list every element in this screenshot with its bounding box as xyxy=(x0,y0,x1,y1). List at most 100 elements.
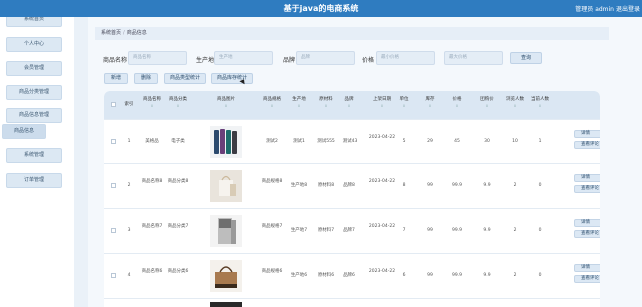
table-row: 2 商品名称8 商品分类8 商品规格8 生产地8 原材料8 品牌8 2023-0… xyxy=(104,163,600,208)
row-checkbox[interactable] xyxy=(111,273,116,278)
cell-current: 0 xyxy=(538,273,542,278)
review-button[interactable]: 查看评论 xyxy=(574,275,600,283)
row-checkbox[interactable] xyxy=(111,228,116,233)
origin-filter-input[interactable]: 生产地 xyxy=(214,51,273,65)
type-stat-button[interactable]: 商品类型统计 xyxy=(164,73,206,84)
row-checkbox[interactable] xyxy=(111,139,116,144)
sidebar-item-members[interactable]: 会员管理 xyxy=(6,61,62,76)
sort-icon: ⇕ xyxy=(270,104,274,108)
review-button[interactable]: 查看评论 xyxy=(574,185,600,193)
sidebar-item-goods-info[interactable]: 商品信息 xyxy=(2,124,46,139)
cell-index: 2 xyxy=(127,183,131,188)
top-bar: 基于java的电商系统 管理员 admin 退出登录 xyxy=(0,0,642,17)
sort-icon: ⇕ xyxy=(455,104,459,108)
col-views[interactable]: 浏览人数 ⇕ xyxy=(504,97,526,109)
breadcrumb-home[interactable]: 系统首页 xyxy=(101,30,121,36)
sort-icon: ⇕ xyxy=(485,104,489,108)
cell-price: 99.9 xyxy=(451,228,463,233)
detail-button[interactable]: 详情 xyxy=(574,174,600,182)
sidebar-item-goods-manage[interactable]: 商品信息管理 xyxy=(6,108,62,123)
col-image[interactable]: 商品图片 ⇕ xyxy=(210,97,242,109)
select-all-checkbox[interactable] xyxy=(111,102,116,107)
cell-current: 1 xyxy=(538,139,542,144)
cell-origin: 生产地6 xyxy=(290,273,308,278)
cell-material: 测试555 xyxy=(317,139,335,144)
review-button[interactable]: 查看评论 xyxy=(574,141,600,149)
row-checkbox[interactable] xyxy=(111,183,116,188)
cell-stock: 99 xyxy=(427,273,433,278)
col-spec[interactable]: 商品规格 ⇕ xyxy=(260,97,284,109)
cell-index: 4 xyxy=(127,273,131,278)
col-price-label: 价格 xyxy=(452,97,462,102)
sort-icon: ⇕ xyxy=(324,104,328,108)
product-image-phones xyxy=(210,126,242,158)
cell-views: 2 xyxy=(513,183,517,188)
cell-brand: 品牌8 xyxy=(343,183,355,188)
cell-group-price: 9.9 xyxy=(483,273,491,278)
stock-stat-button[interactable]: 商品库存统计 xyxy=(211,73,253,84)
table-header: 索引 商品名称 ⇕ 商品分类 ⇕ 商品图片 ⇕ 商品规格 ⇕ 生产地 ⇕ 原材料 ⇕ 品牌 ⇕… xyxy=(104,91,600,119)
cell-stock: 99 xyxy=(427,183,433,188)
cell-unit: 5 xyxy=(402,139,406,144)
product-image-partial xyxy=(210,302,242,307)
cell-spec: 商品规格8 xyxy=(261,179,283,184)
sort-icon: ⇕ xyxy=(347,104,351,108)
cell-origin: 生产地8 xyxy=(290,183,308,188)
detail-button[interactable]: 详情 xyxy=(574,130,600,138)
product-image-handbag xyxy=(210,260,242,292)
price-max-input[interactable]: 最大价格 xyxy=(444,51,503,65)
col-category-label: 商品分类 xyxy=(169,97,187,102)
cell-price: 45 xyxy=(454,139,460,144)
col-unit[interactable]: 单位 ⇕ xyxy=(397,97,411,109)
col-brand[interactable]: 品牌 ⇕ xyxy=(341,97,357,109)
cell-stock: 29 xyxy=(427,139,433,144)
sort-icon: ⇕ xyxy=(380,104,384,108)
col-category[interactable]: 商品分类 ⇕ xyxy=(166,97,190,109)
cell-current: 0 xyxy=(538,183,542,188)
cell-unit: 7 xyxy=(402,228,406,233)
delete-button[interactable]: 删除 xyxy=(134,73,158,84)
col-spec-label: 商品规格 xyxy=(263,97,281,102)
cell-brand: 测试43 xyxy=(342,139,358,144)
detail-button[interactable]: 详情 xyxy=(574,264,600,272)
col-name[interactable]: 商品名称 ⇕ xyxy=(140,97,164,109)
cell-origin: 生产地7 xyxy=(290,228,308,233)
price-min-input[interactable]: 最小价格 xyxy=(376,51,435,65)
sidebar-item-system[interactable]: 系统管理 xyxy=(6,148,62,163)
col-material[interactable]: 原材料 ⇕ xyxy=(314,97,338,109)
col-origin-label: 生产地 xyxy=(292,97,306,102)
search-button[interactable]: 查询 xyxy=(510,52,542,64)
col-origin[interactable]: 生产地 ⇕ xyxy=(288,97,310,109)
sidebar-item-orders[interactable]: 订单管理 xyxy=(6,173,62,188)
sort-icon: ⇕ xyxy=(402,104,406,108)
review-button[interactable]: 查看评论 xyxy=(574,230,600,238)
sort-icon: ⇕ xyxy=(297,104,301,108)
cell-group-price: 30 xyxy=(484,139,490,144)
detail-button[interactable]: 详情 xyxy=(574,219,600,227)
breadcrumb: 系统首页 / 商品信息 xyxy=(95,27,609,40)
col-date-label: 上架日期 xyxy=(373,97,391,102)
cell-brand: 品牌7 xyxy=(343,228,355,233)
col-group-price[interactable]: 团购价 ⇕ xyxy=(477,97,497,109)
col-stock[interactable]: 库存 ⇕ xyxy=(423,97,437,109)
name-filter-input[interactable]: 商品名称 xyxy=(128,51,187,65)
logout-link[interactable]: 退出登录 xyxy=(616,4,640,13)
brand-filter-label: 品牌 xyxy=(283,57,296,64)
add-button[interactable]: 新增 xyxy=(104,73,128,84)
cell-unit: 6 xyxy=(402,273,406,278)
goods-table: 索引 商品名称 ⇕ 商品分类 ⇕ 商品图片 ⇕ 商品规格 ⇕ 生产地 ⇕ 原材料 ⇕ 品牌 ⇕… xyxy=(104,91,600,307)
col-current[interactable]: 当前人数 ⇕ xyxy=(529,97,551,109)
cell-group-price: 9.9 xyxy=(483,183,491,188)
col-date[interactable]: 上架日期 ⇕ xyxy=(368,97,396,109)
col-price[interactable]: 价格 ⇕ xyxy=(450,97,464,109)
cell-name: 商品名称8 xyxy=(141,179,163,184)
brand-filter-input[interactable]: 品牌 xyxy=(296,51,355,65)
app-title: 基于java的电商系统 xyxy=(283,4,359,13)
sidebar-item-profile[interactable]: 个人中心 xyxy=(6,37,62,52)
table-row: 1 美格品 电子类 测试2 测试1 测试555 测试43 2023-04-22 … xyxy=(104,119,600,163)
sidebar-item-category[interactable]: 商品分类管理 xyxy=(6,85,62,100)
cell-material: 原材料7 xyxy=(317,228,335,233)
col-stock-label: 库存 xyxy=(425,97,435,102)
col-current-label: 当前人数 xyxy=(531,97,549,102)
col-material-label: 原材料 xyxy=(319,97,333,102)
